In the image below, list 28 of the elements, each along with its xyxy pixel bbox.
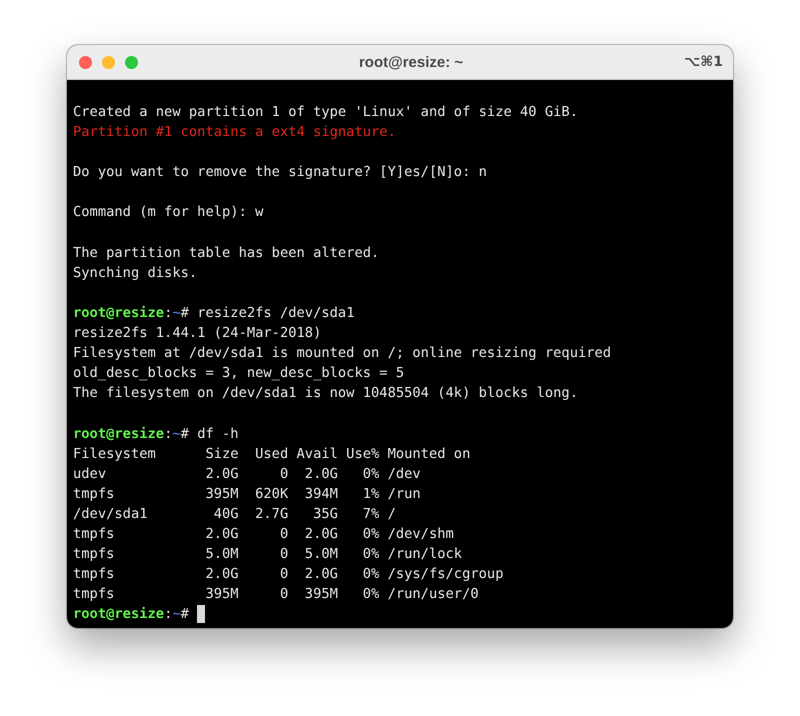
zoom-button[interactable] [125, 56, 138, 68]
output-text: tmpfs 395M 0 395M 0% /run/user/0 [73, 585, 479, 604]
output-text: Filesystem Size Used Avail Use% Mounted on [73, 444, 470, 464]
shell-prompt: root@resize:~# [73, 304, 189, 323]
shortcut-label: ⌥⌘1 [684, 54, 723, 70]
output-text: Filesystem at /dev/sda1 is mounted on /; online resizing required [73, 344, 612, 364]
output-text: The filesystem on /dev/sda1 is now 10485504 (4k) blocks long. [73, 384, 578, 404]
error-text: Partition #1 contains a ext4 signature. [73, 123, 396, 142]
shell-prompt: root@resize:~# [73, 605, 189, 624]
output-text: tmpfs 2.0G 0 2.0G 0% /dev/shm [73, 524, 454, 544]
shell-prompt: root@resize:~# [73, 424, 189, 444]
output-text: Synching disks. [73, 264, 198, 283]
output-text: tmpfs 395M 620K 394M 1% /run [73, 484, 421, 504]
output-text: The partition table has been altered. [73, 244, 380, 263]
output-text: Do you want to remove the signature? [Y]es/[N]o: n [73, 163, 487, 182]
output-text: old_desc_blocks = 3, new_desc_blocks = 5 [73, 364, 404, 384]
close-button[interactable] [79, 56, 92, 68]
command-text: df -h [197, 424, 239, 444]
output-text: resize2fs 1.44.1 (24-Mar-2018) [73, 324, 322, 344]
output-text: Created a new partition 1 of type 'Linux' and of size 40 GiB. [73, 103, 578, 122]
output-text: Command (m for help): w [73, 203, 264, 222]
minimize-button[interactable] [102, 56, 115, 68]
output-text: tmpfs 5.0M 0 5.0M 0% /run/lock [73, 545, 462, 564]
window-title: root@resize: ~ [358, 54, 464, 70]
output-text: tmpfs 2.0G 0 2.0G 0% /sys/fs/cgroup [73, 565, 504, 584]
command-text: resize2fs /dev/sda1 [197, 304, 354, 323]
output-text: /dev/sda1 40G 2.7G 35G 7% / [73, 504, 396, 524]
output-text: udev 2.0G 0 2.0G 0% /dev [73, 464, 421, 484]
